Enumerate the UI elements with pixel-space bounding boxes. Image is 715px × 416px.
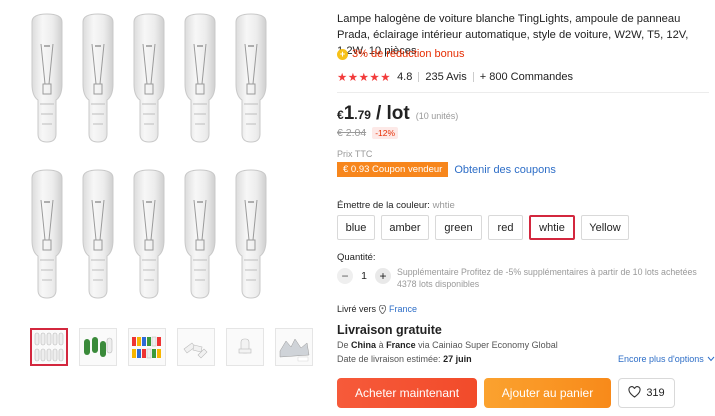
- price: € 1 .79 / lot (10 unités): [337, 103, 458, 125]
- star-icon: ★★★★★: [337, 72, 392, 84]
- add-to-cart-button[interactable]: Ajouter au panier: [484, 378, 611, 408]
- shipping-route: De China à France via Cainiao Super Econ…: [337, 340, 558, 350]
- wishlist-button[interactable]: 319: [618, 378, 675, 408]
- price-currency: €: [337, 108, 344, 122]
- color-option-amber[interactable]: amber: [381, 215, 429, 240]
- buy-now-button[interactable]: Acheter maintenant: [337, 378, 477, 408]
- thumbnail-6[interactable]: [275, 328, 313, 366]
- price-unit: / lot: [375, 103, 410, 124]
- divider: [418, 72, 420, 82]
- price-quantity-note: (10 unités): [415, 111, 459, 121]
- thumbnail-strip: [30, 328, 313, 366]
- route-prefix: De: [337, 340, 349, 350]
- color-label-text: Émettre de la couleur:: [337, 200, 430, 211]
- delivery-date: 27 juin: [443, 354, 472, 364]
- pin-icon: [378, 304, 387, 315]
- heart-icon: [628, 385, 641, 401]
- rating-value: 4.8: [397, 71, 413, 83]
- discount-badge: -12%: [372, 127, 399, 139]
- price-decimal: .79: [354, 108, 371, 122]
- old-price-row: € 2.04 -12%: [337, 127, 399, 139]
- rating-row: ★★★★★ 4.8 235 Avis + 800 Commandes: [337, 70, 573, 84]
- color-option-yellow[interactable]: Yellow: [581, 215, 629, 240]
- coupon-row: € 0.93 Coupon vendeur Obtenir des coupon…: [337, 162, 556, 177]
- more-options-text: Encore plus d'options: [618, 354, 704, 364]
- color-selected-value: whtie: [432, 200, 455, 211]
- ship-to-country[interactable]: France: [389, 304, 417, 314]
- color-option-green[interactable]: green: [435, 215, 482, 240]
- product-info-panel: Lampe halogène de voiture blanche TingLi…: [337, 0, 715, 416]
- free-shipping-title: Livraison gratuite: [337, 323, 442, 337]
- color-option-blue[interactable]: blue: [337, 215, 375, 240]
- quantity-stepper: − 1 +: [337, 268, 391, 284]
- thumbnail-3[interactable]: [128, 328, 166, 366]
- price-integer: 1: [343, 103, 355, 124]
- old-price: € 2.04: [337, 127, 367, 139]
- bulbs-image: [31, 13, 267, 299]
- color-option-whtie[interactable]: whtie: [529, 215, 575, 240]
- main-product-image[interactable]: [22, 6, 294, 306]
- route-from: China: [351, 340, 377, 350]
- stock-note: 4378 lots disponibles: [397, 278, 480, 289]
- color-label: Émettre de la couleur: whtie: [337, 200, 455, 211]
- thumbnail-4[interactable]: [177, 328, 215, 366]
- bonus-row[interactable]: + 3% de réduction bonus: [337, 48, 465, 60]
- quantity-value[interactable]: 1: [353, 270, 375, 282]
- coin-icon: +: [337, 48, 348, 60]
- chevron-down-icon: [707, 354, 715, 364]
- bonus-text: 3% de réduction bonus: [352, 48, 465, 60]
- route-carrier: via Cainiao Super Economy Global: [418, 340, 558, 350]
- more-shipping-options[interactable]: Encore plus d'options: [618, 354, 715, 364]
- ship-to-row: Livré vers France: [337, 304, 417, 315]
- bulk-discount-note: Supplémentaire Profitez de -5% supplémen…: [397, 267, 697, 277]
- divider: [472, 72, 474, 82]
- tax-note: Prix TTC: [337, 149, 373, 159]
- thumbnail-1[interactable]: [30, 328, 68, 366]
- get-coupons-link[interactable]: Obtenir des coupons: [454, 164, 556, 176]
- seller-coupon[interactable]: € 0.93 Coupon vendeur: [337, 162, 449, 177]
- wishlist-count: 319: [646, 387, 665, 399]
- ship-to-label: Livré vers: [337, 304, 377, 314]
- route-to-word: à: [378, 340, 384, 350]
- color-options: blue amber green red whtie Yellow: [337, 215, 629, 240]
- quantity-note: Supplémentaire Profitez de -5% supplémen…: [397, 267, 697, 290]
- route-to: France: [386, 340, 416, 350]
- quantity-label: Quantité:: [337, 252, 376, 263]
- quantity-decrease-button[interactable]: −: [337, 268, 353, 284]
- thumbnail-2[interactable]: [79, 328, 117, 366]
- orders-count: + 800 Commandes: [479, 71, 573, 83]
- delivery-estimate: Date de livraison estimée: 27 juin: [337, 354, 472, 364]
- color-option-red[interactable]: red: [488, 215, 523, 240]
- delivery-label: Date de livraison estimée:: [337, 354, 441, 364]
- reviews-link[interactable]: 235 Avis: [425, 71, 466, 83]
- quantity-increase-button[interactable]: +: [375, 268, 391, 284]
- thumbnail-5[interactable]: [226, 328, 264, 366]
- section-divider: [337, 92, 709, 93]
